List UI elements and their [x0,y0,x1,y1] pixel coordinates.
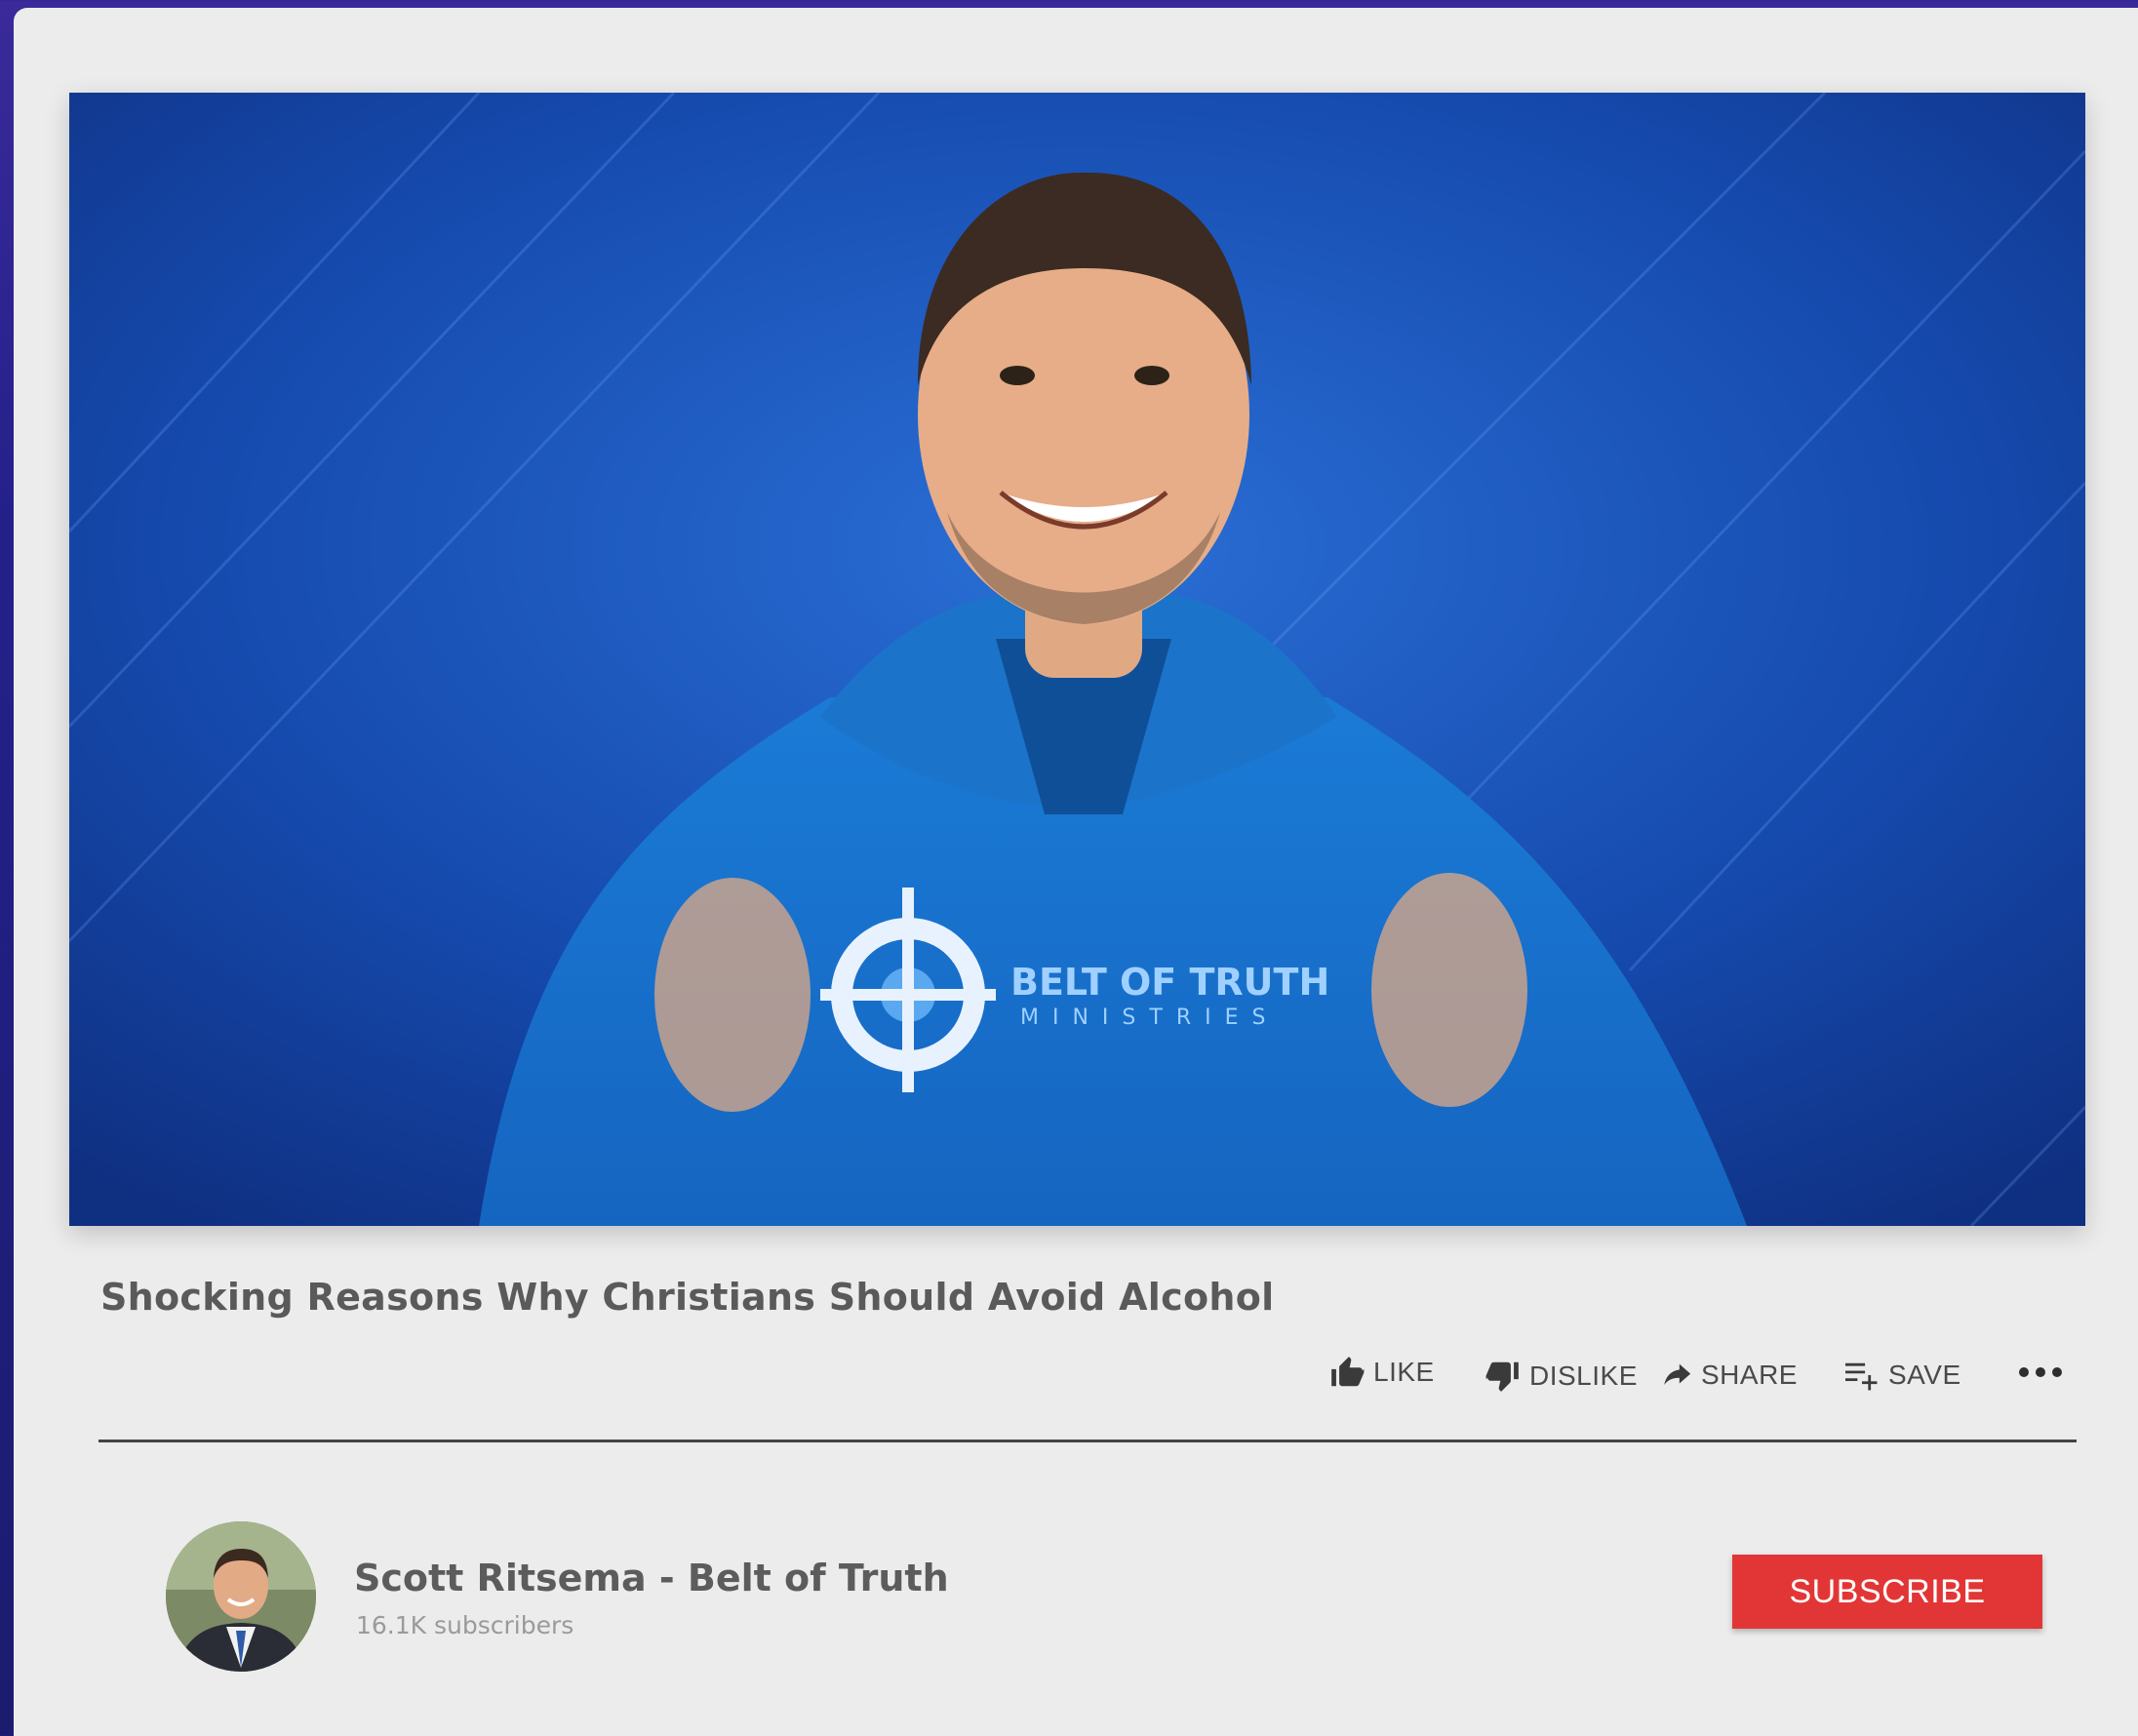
video-player[interactable]: BELT OF TRUTH MINISTRIES [69,93,2085,1226]
channel-avatar[interactable] [166,1521,316,1672]
hoodie-logo-subtext: MINISTRIES [1020,1006,1279,1030]
like-label: LIKE [1373,1357,1435,1387]
thumbs-up-icon [1328,1354,1366,1391]
save-label: SAVE [1888,1360,1961,1390]
share-label: SHARE [1701,1360,1798,1390]
like-button[interactable]: LIKE [1328,1354,1435,1391]
hoodie-logo-text: BELT OF TRUTH [1010,961,1329,1004]
subscriber-count: 16.1K subscribers [356,1611,574,1639]
thumbs-down-icon [1485,1358,1522,1395]
channel-name[interactable]: Scott Ritsema - Belt of Truth [354,1557,949,1599]
more-actions-button[interactable] [2017,1365,2072,1379]
dislike-button[interactable]: DISLIKE [1485,1358,1638,1395]
playlist-add-icon [1843,1359,1881,1392]
section-divider [99,1440,2077,1442]
subscribe-button[interactable]: SUBSCRIBE [1732,1555,2042,1629]
video-title: Shocking Reasons Why Christians Should A… [100,1276,1275,1319]
share-button[interactable]: SHARE [1660,1359,1798,1392]
share-arrow-icon [1660,1359,1693,1392]
video-frame: BELT OF TRUTH MINISTRIES [69,93,2085,1226]
dislike-label: DISLIKE [1529,1361,1638,1391]
more-horizontal-icon [2017,1365,2064,1379]
save-button[interactable]: SAVE [1843,1359,1961,1392]
